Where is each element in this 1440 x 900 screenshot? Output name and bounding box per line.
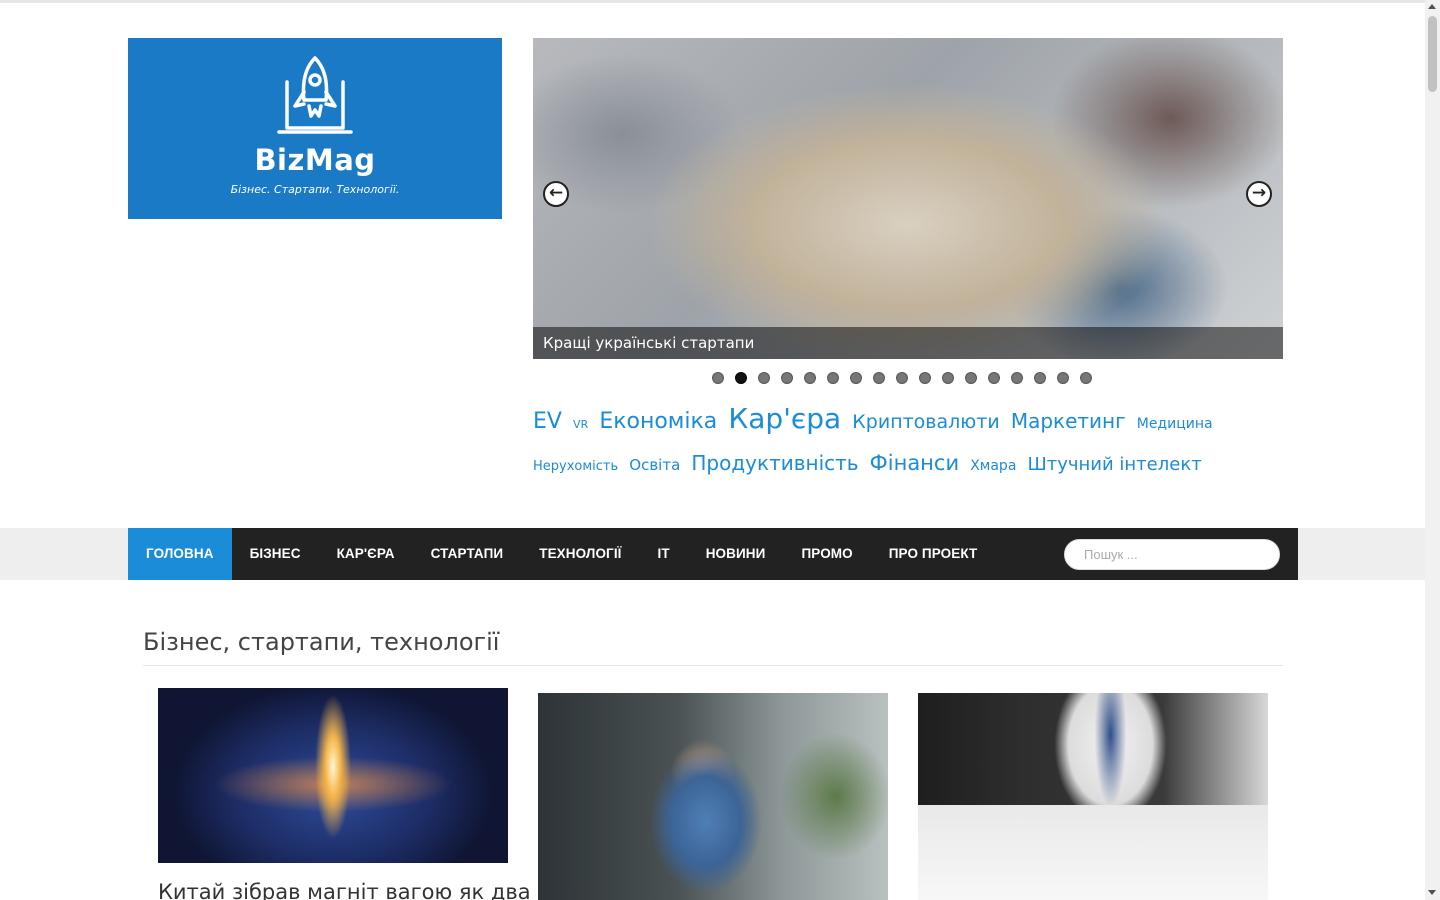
- article-image[interactable]: [918, 693, 1268, 900]
- slider-dot[interactable]: [1057, 372, 1069, 384]
- scroll-up-icon[interactable]: [1428, 4, 1436, 9]
- nav-item[interactable]: IT: [640, 528, 688, 580]
- nav-item[interactable]: Бізнес: [232, 528, 319, 580]
- article-image[interactable]: [158, 688, 508, 863]
- scrollbar-thumb[interactable]: [1428, 16, 1437, 92]
- tag-link[interactable]: VR: [573, 418, 588, 431]
- tag-cloud: EV VR Економіка Кар'єра Криптовалюти Мар…: [533, 400, 1253, 486]
- nav-item[interactable]: Головна: [128, 528, 232, 580]
- tag-link[interactable]: Фінанси: [870, 451, 959, 475]
- slider-dot[interactable]: [988, 372, 1000, 384]
- slider-dot[interactable]: [896, 372, 908, 384]
- tag-link[interactable]: Маркетинг: [1011, 409, 1126, 433]
- slider-dot[interactable]: [1034, 372, 1046, 384]
- section-divider: [143, 665, 1283, 666]
- logo-tagline: Бізнес. Стартапи. Технології.: [230, 183, 400, 196]
- tag-link[interactable]: Криптовалюти: [852, 411, 999, 433]
- slider-dot[interactable]: [804, 372, 816, 384]
- scrollbar[interactable]: [1425, 0, 1440, 900]
- tag-link[interactable]: Економіка: [599, 409, 717, 434]
- slider-dot[interactable]: [942, 372, 954, 384]
- slider-dot[interactable]: [735, 372, 747, 384]
- tag-link[interactable]: Кар'єра: [728, 402, 841, 435]
- slider-dot[interactable]: [781, 372, 793, 384]
- tag-link[interactable]: Штучний інтелект: [1028, 454, 1202, 475]
- section-title: Бізнес, стартапи, технології: [143, 628, 500, 656]
- nav-item[interactable]: Новини: [688, 528, 784, 580]
- slider-dot[interactable]: [1080, 372, 1092, 384]
- tag-link[interactable]: Продуктивність: [691, 451, 858, 475]
- article-image[interactable]: [538, 693, 888, 900]
- scroll-down-icon[interactable]: [1428, 890, 1436, 895]
- nav-item[interactable]: Стартапи: [413, 528, 522, 580]
- nav-item[interactable]: Промо: [783, 528, 870, 580]
- logo-name: BizMag: [254, 143, 376, 177]
- hero-slider[interactable]: ← → Кращі українські стартапи: [533, 38, 1283, 359]
- slider-dot[interactable]: [827, 372, 839, 384]
- tag-link[interactable]: Медицина: [1137, 416, 1213, 432]
- slider-dots: [712, 372, 1092, 384]
- slide-image: [533, 38, 1283, 359]
- slider-dot[interactable]: [850, 372, 862, 384]
- nav-item[interactable]: Про проект: [871, 528, 996, 580]
- slider-dot[interactable]: [1011, 372, 1023, 384]
- tag-link[interactable]: Хмара: [970, 458, 1016, 474]
- nav-item[interactable]: Кар'єра: [319, 528, 413, 580]
- rocket-icon: [277, 56, 353, 134]
- slide-caption[interactable]: Кращі українські стартапи: [533, 327, 1283, 359]
- tag-link[interactable]: Освіта: [629, 456, 680, 474]
- search-input[interactable]: Пошук ...: [1064, 539, 1280, 570]
- tag-link[interactable]: EV: [533, 409, 562, 434]
- slider-dot[interactable]: [758, 372, 770, 384]
- slider-dot[interactable]: [712, 372, 724, 384]
- tag-link[interactable]: Нерухомість: [533, 459, 618, 474]
- arrow-right-icon[interactable]: →: [1246, 181, 1272, 207]
- slider-dot[interactable]: [965, 372, 977, 384]
- slider-dot[interactable]: [873, 372, 885, 384]
- arrow-left-icon[interactable]: ←: [543, 181, 569, 207]
- article-title[interactable]: Китай зібрав магніт вагою як два: [158, 880, 531, 900]
- site-logo[interactable]: BizMag Бізнес. Стартапи. Технології.: [128, 38, 502, 219]
- nav-item[interactable]: Технології: [521, 528, 639, 580]
- top-border: [0, 0, 1425, 3]
- slider-dot[interactable]: [919, 372, 931, 384]
